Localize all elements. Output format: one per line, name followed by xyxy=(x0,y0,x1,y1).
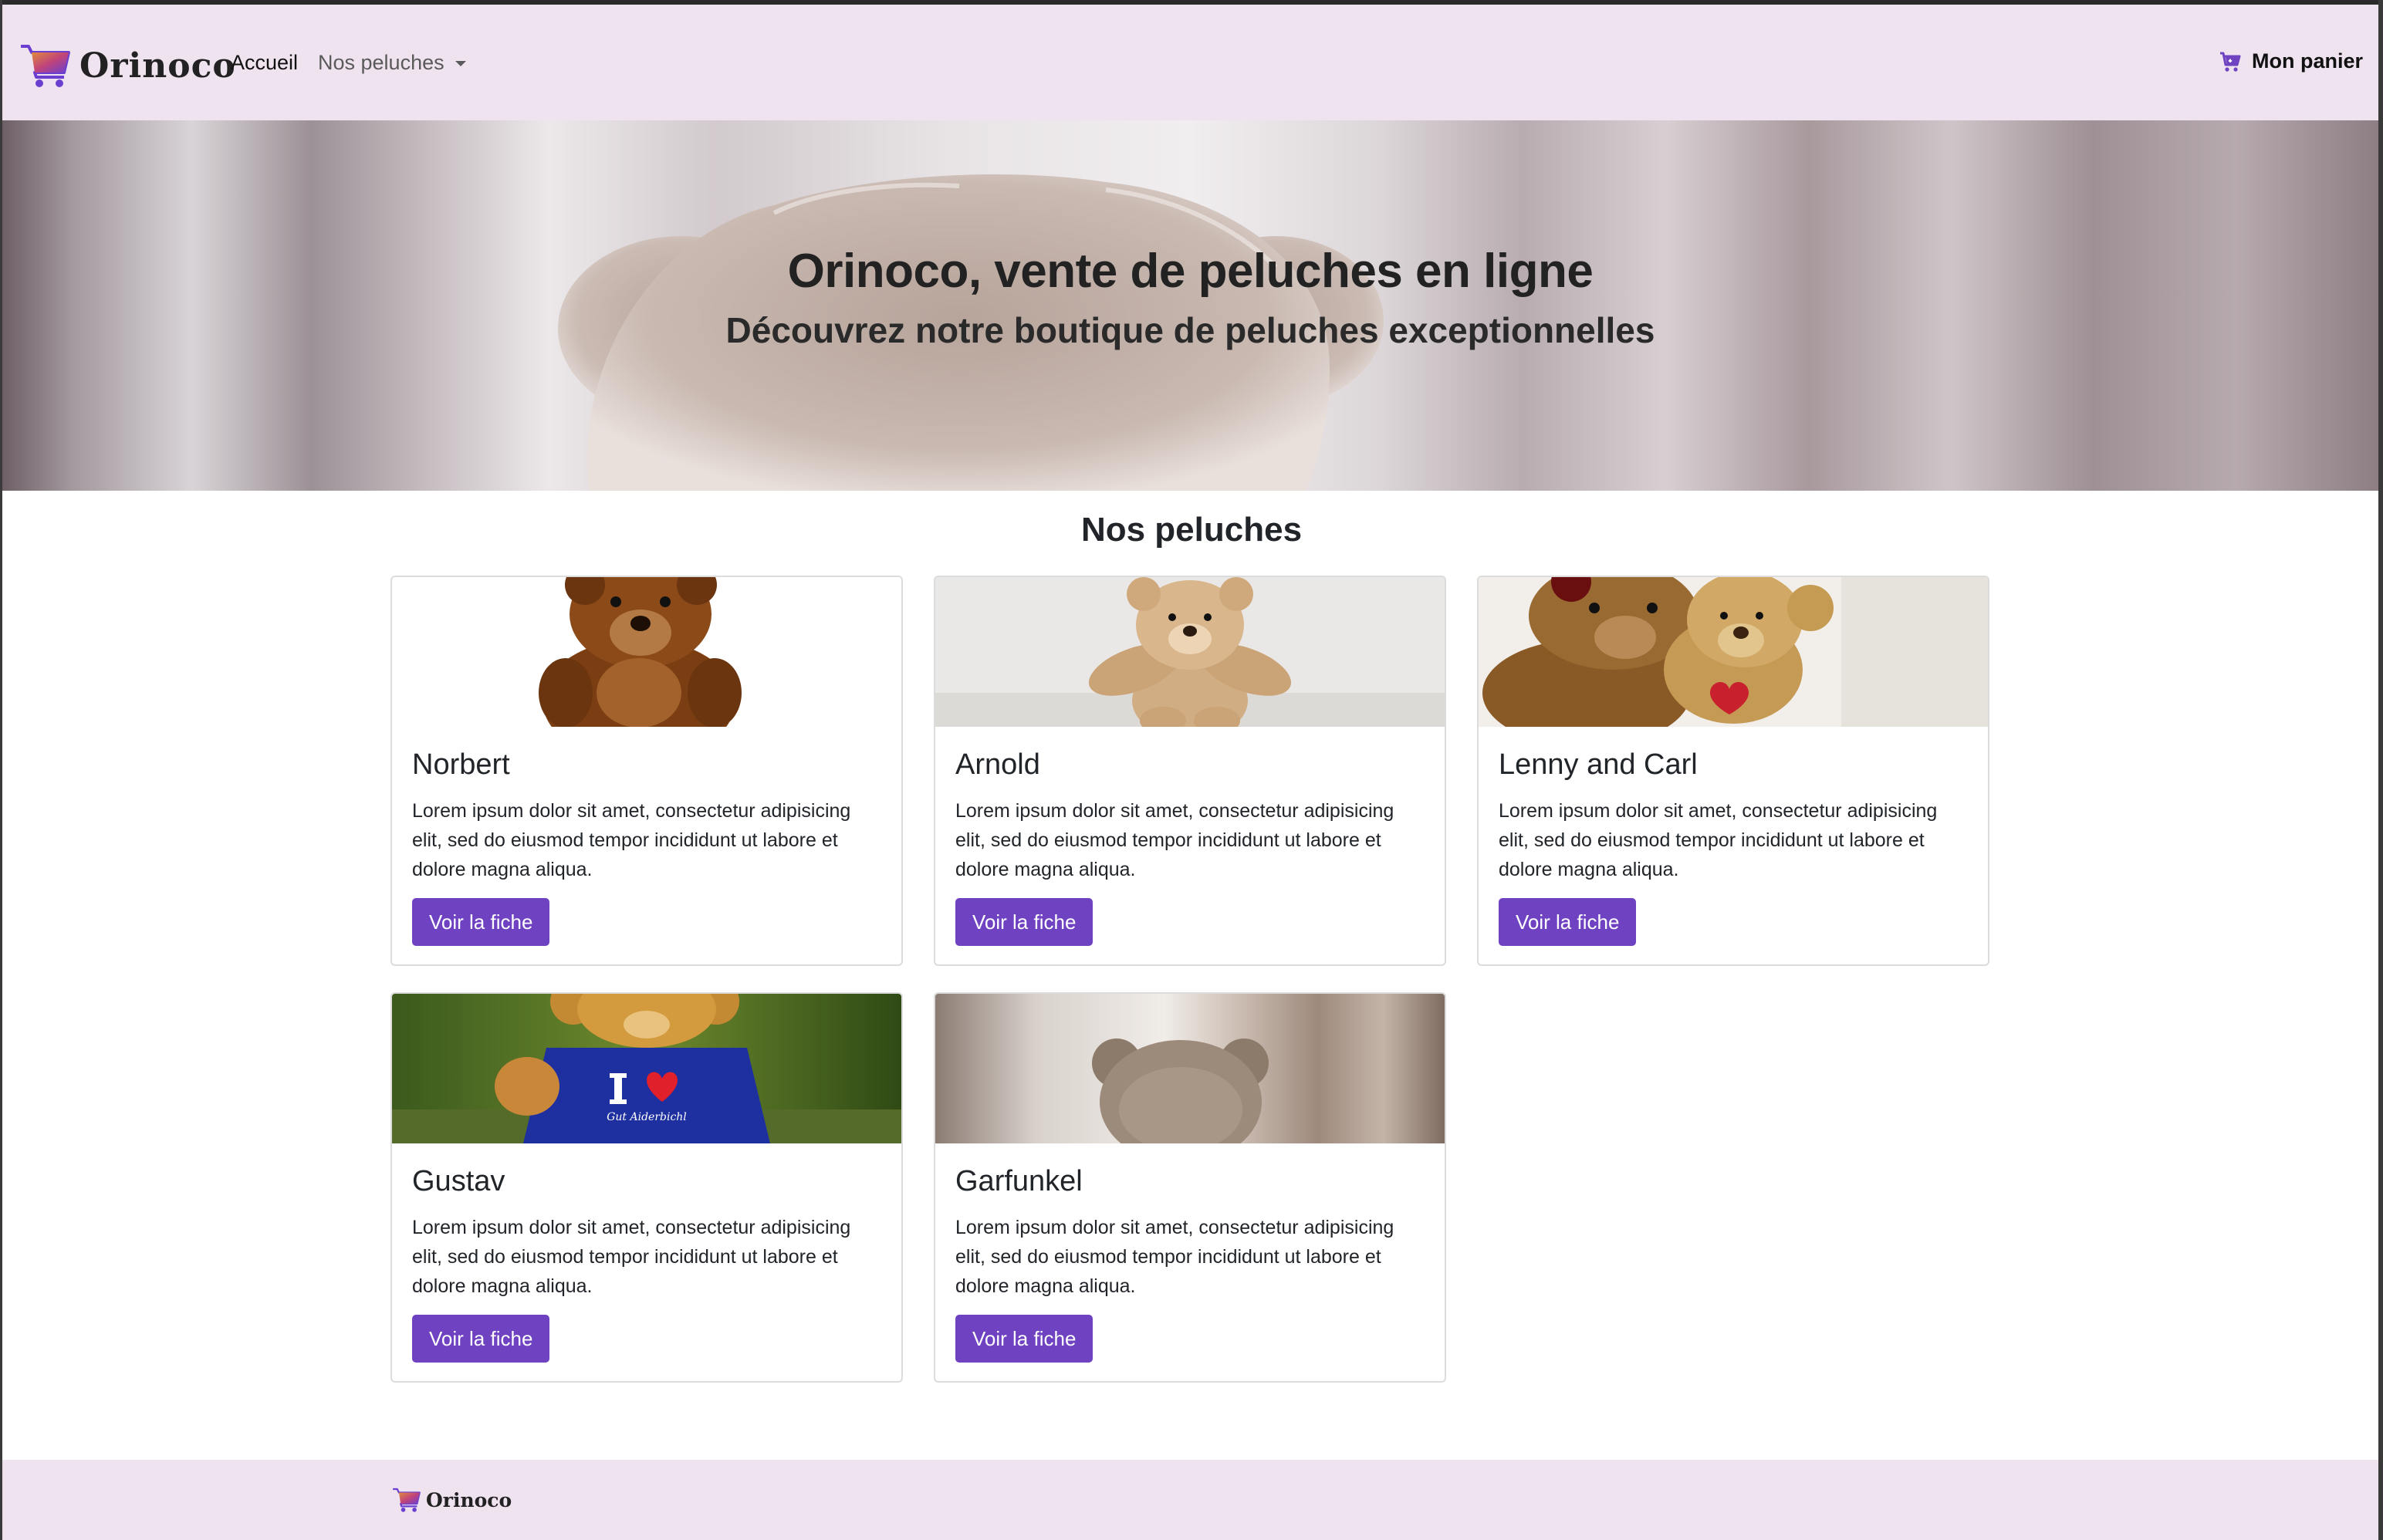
svg-text:Gut Aiderbichl: Gut Aiderbichl xyxy=(607,1111,687,1123)
product-image-lenny-and-carl xyxy=(1479,577,1988,727)
product-description: Lorem ipsum dolor sit amet, consectetur … xyxy=(955,1217,1394,1297)
product-name: Arnold xyxy=(955,748,1040,781)
product-card-arnold: Arnold Lorem ipsum dolor sit amet, conse… xyxy=(934,576,1446,966)
hero-title: Orinoco, vente de peluches en ligne xyxy=(787,245,1594,298)
product-name: Lenny and Carl xyxy=(1499,748,1698,781)
product-card-norbert: Norbert Lorem ipsum dolor sit amet, cons… xyxy=(390,576,903,966)
product-name: Gustav xyxy=(412,1165,505,1197)
product-name: Garfunkel xyxy=(955,1165,1083,1197)
nav-peluches-label: Nos peluches xyxy=(318,51,444,74)
brand-logo-link[interactable]: Orinoco xyxy=(19,42,236,89)
footer: Orinoco xyxy=(2,1460,2378,1540)
product-image-gustav: Gut Aiderbichl xyxy=(392,994,901,1143)
product-description: Lorem ipsum dolor sit amet, consectetur … xyxy=(1499,800,1938,880)
section-title: Nos peluches xyxy=(1080,511,1303,549)
shopping-cart-gradient-icon xyxy=(21,45,70,87)
nav-peluches-dropdown[interactable]: Nos peluches xyxy=(318,51,466,75)
product-name: Norbert xyxy=(412,748,510,781)
product-card-garfunkel: Garfunkel Lorem ipsum dolor sit amet, co… xyxy=(934,992,1446,1383)
view-product-button[interactable]: Voir la fiche xyxy=(412,898,550,946)
view-product-button[interactable]: Voir la fiche xyxy=(1499,898,1637,946)
product-description: Lorem ipsum dolor sit amet, consectetur … xyxy=(955,800,1394,880)
view-product-button[interactable]: Voir la fiche xyxy=(412,1315,550,1363)
footer-brand-name: Orinoco xyxy=(426,1488,512,1511)
navbar: Orinoco Accueil Nos peluches Mon panier xyxy=(2,5,2378,120)
product-image-norbert xyxy=(392,577,901,727)
nav-home-link[interactable]: Accueil xyxy=(231,51,298,75)
product-description: Lorem ipsum dolor sit amet, consectetur … xyxy=(412,1217,851,1297)
hero-subtitle: Découvrez notre boutique de peluches exc… xyxy=(725,310,1655,350)
caret-down-icon xyxy=(455,61,466,66)
view-product-button[interactable]: Voir la fiche xyxy=(955,1315,1093,1363)
product-card-lenny-and-carl: Lenny and Carl Lorem ipsum dolor sit ame… xyxy=(1477,576,1989,966)
cart-link[interactable]: Mon panier xyxy=(2219,49,2363,73)
product-image-garfunkel xyxy=(935,994,1445,1143)
hero-text: Orinoco, vente de peluches en ligne Déco… xyxy=(2,244,2378,351)
product-image-arnold xyxy=(935,577,1445,727)
hero-banner: Orinoco, vente de peluches en ligne Déco… xyxy=(2,120,2378,491)
footer-brand-link[interactable]: Orinoco xyxy=(392,1486,512,1514)
window-frame-right xyxy=(2378,0,2383,1540)
shopping-cart-icon xyxy=(2219,52,2241,72)
product-card-gustav: Gut Aiderbichl Gustav Lorem ipsum dolor … xyxy=(390,992,903,1383)
shopping-cart-gradient-icon xyxy=(393,1488,421,1512)
view-product-button[interactable]: Voir la fiche xyxy=(955,898,1093,946)
cart-label: Mon panier xyxy=(2251,49,2363,73)
product-description: Lorem ipsum dolor sit amet, consectetur … xyxy=(412,800,851,880)
brand-name: Orinoco xyxy=(79,46,236,86)
